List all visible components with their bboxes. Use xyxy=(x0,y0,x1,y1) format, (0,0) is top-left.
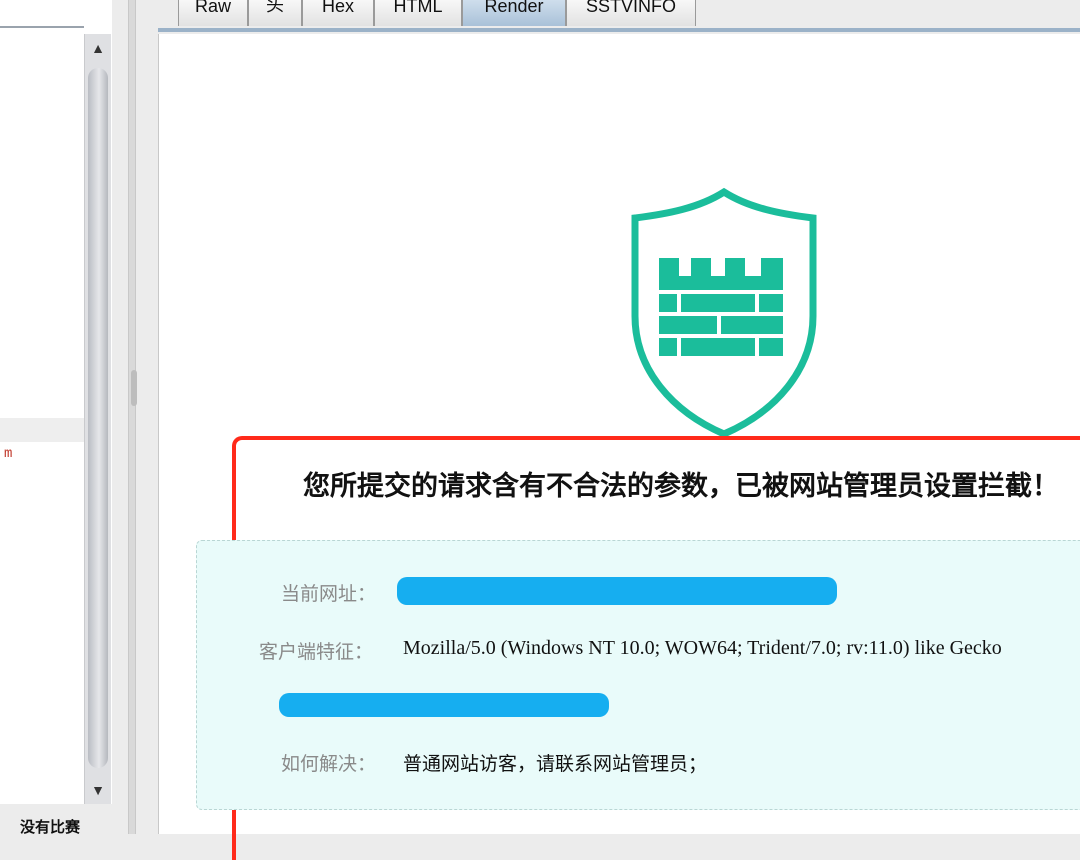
scroll-up-icon[interactable]: ▲ xyxy=(85,34,111,62)
left-pane: m ▲ ▼ xyxy=(0,0,112,834)
splitter-grip-handle[interactable] xyxy=(131,370,137,406)
tab-bar-underline xyxy=(158,28,1080,32)
tab-render[interactable]: Render xyxy=(462,0,566,26)
tab-html[interactable]: HTML xyxy=(374,0,462,26)
render-view: 您所提交的请求含有不合法的参数，已被网站管理员设置拦截！ 当前网址： 客户端特征… xyxy=(158,34,1080,860)
how-to-solve-label: 如何解决： xyxy=(281,753,377,775)
firewall-shield-icon xyxy=(631,187,817,438)
scroll-down-icon[interactable]: ▼ xyxy=(85,776,111,804)
tab-hex[interactable]: Hex xyxy=(302,0,374,26)
left-pane-divider xyxy=(0,26,84,28)
left-pane-status: 没有比赛 xyxy=(0,804,112,836)
vertical-scrollbar[interactable]: ▲ ▼ xyxy=(84,34,111,804)
tab-headers[interactable]: 头 xyxy=(248,0,302,26)
how-to-solve-value: 普通网站访客，请联系网站管理员； xyxy=(403,753,708,775)
left-pane-selected-row[interactable] xyxy=(0,418,84,442)
tab-sstvinfo[interactable]: SSTVINFO xyxy=(566,0,696,26)
client-signature-label: 客户端特征： xyxy=(259,641,374,663)
tab-raw[interactable]: Raw xyxy=(178,0,248,26)
scrollbar-thumb[interactable] xyxy=(88,68,108,768)
client-signature-value: Mozilla/5.0 (Windows NT 10.0; WOW64; Tri… xyxy=(403,637,1002,659)
request-info-box: 当前网址： 客户端特征： Mozilla/5.0 (Windows NT 10.… xyxy=(196,540,1080,810)
left-pane-red-text: m xyxy=(4,446,13,462)
current-url-label: 当前网址： xyxy=(281,583,377,605)
current-url-redacted xyxy=(397,577,837,605)
block-headline: 您所提交的请求含有不合法的参数，已被网站管理员设置拦截！ xyxy=(303,471,1059,502)
redacted-row xyxy=(279,693,609,717)
splitter-bar[interactable] xyxy=(128,0,136,834)
